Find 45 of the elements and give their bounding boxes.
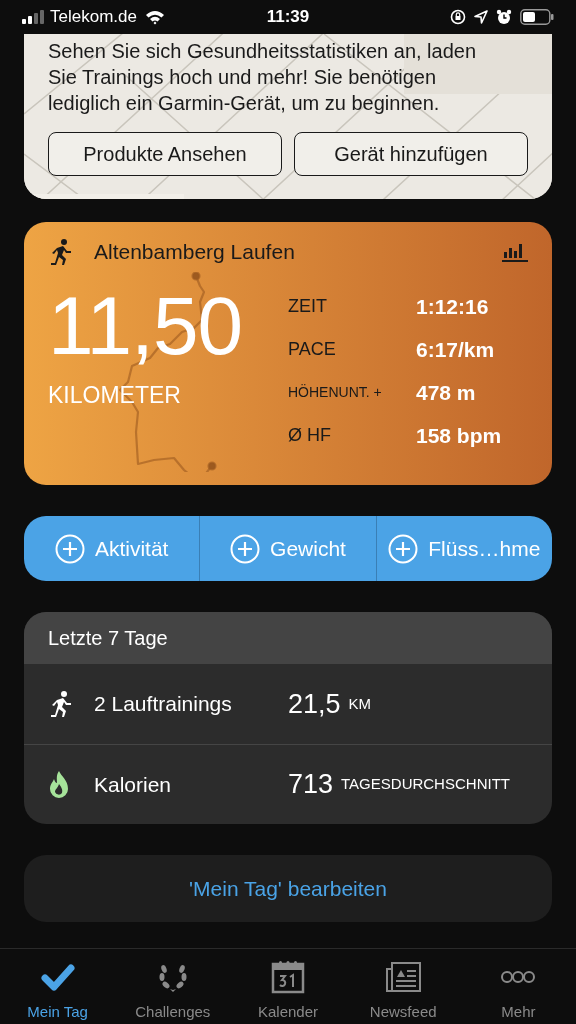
activity-title: Altenbamberg Laufen: [94, 239, 295, 265]
tab-item[interactable]: Kalender: [230, 949, 346, 1024]
rotation-lock-icon: [450, 9, 466, 25]
location-icon: [474, 10, 488, 24]
signal-icon: [22, 10, 44, 24]
stat-value: 478 m: [416, 379, 477, 406]
stat-value: 21,5: [288, 687, 341, 721]
battery-icon: [520, 9, 554, 25]
newspaper-icon: [385, 959, 422, 995]
tab-item[interactable]: Challenges: [115, 949, 231, 1024]
calendar-icon: [270, 959, 306, 995]
stat-unit: KM: [348, 693, 372, 714]
stat-label: HÖHENUNT. +: [288, 382, 383, 402]
distance-unit: KILOMETER: [48, 380, 182, 410]
plus-circle-icon: [388, 533, 419, 564]
plus-circle-icon: [230, 533, 261, 564]
carrier-name: Telekom.de: [50, 6, 137, 29]
stat-value: 6:17/km: [416, 336, 496, 363]
stat-label: Ø HF: [288, 423, 332, 447]
stat-label: PACE: [288, 337, 337, 361]
promo-button[interactable]: Gerät hinzufügen: [294, 132, 528, 176]
promo-text: Sehen Sie sich Gesundheitsstatistiken an, laden Sie Trainings hoch und mehr! Sie benötigen lediglich ein Garmin-Gerät, um zu beginnen.: [48, 39, 478, 116]
runner-icon: [48, 690, 74, 718]
edit-button[interactable]: 'Mein Tag' bearbeiten: [24, 855, 552, 922]
stat-label: 2 Lauftrainings: [94, 691, 233, 718]
alarm-icon: [496, 9, 512, 25]
flame-icon: [48, 769, 70, 800]
activity-card[interactable]: Altenbamberg Laufen 11,50 KILOMETER ZEIT 1:12:16 PACE 6:17/km HÖHENUNT. + 478 m Ø HF 158 bpm: [24, 222, 552, 485]
runner-icon: [48, 237, 74, 266]
bar-chart-icon: [502, 241, 528, 262]
tab-item[interactable]: Mein Tag: [0, 949, 116, 1024]
stat-value: 1:12:16: [416, 293, 490, 320]
stat-label: ZEIT: [288, 294, 328, 318]
plus-circle-icon: [54, 533, 85, 564]
summary-title: Letzte 7 Tage: [48, 626, 168, 651]
wifi-icon: [144, 9, 165, 25]
tab-item[interactable]: Mehr: [460, 949, 576, 1024]
stat-value: 713: [288, 768, 334, 802]
tab-item[interactable]: Newsfeed: [345, 949, 461, 1024]
distance-value: 11,50: [48, 283, 244, 368]
stat-unit: TAGESDURCHSCHNITT: [341, 774, 510, 795]
stat-label: Kalorien: [94, 771, 173, 798]
clock-time: 11:39: [266, 7, 310, 27]
stat-value: 158 bpm: [416, 422, 502, 449]
promo-button[interactable]: Produkte Ansehen: [48, 132, 282, 176]
